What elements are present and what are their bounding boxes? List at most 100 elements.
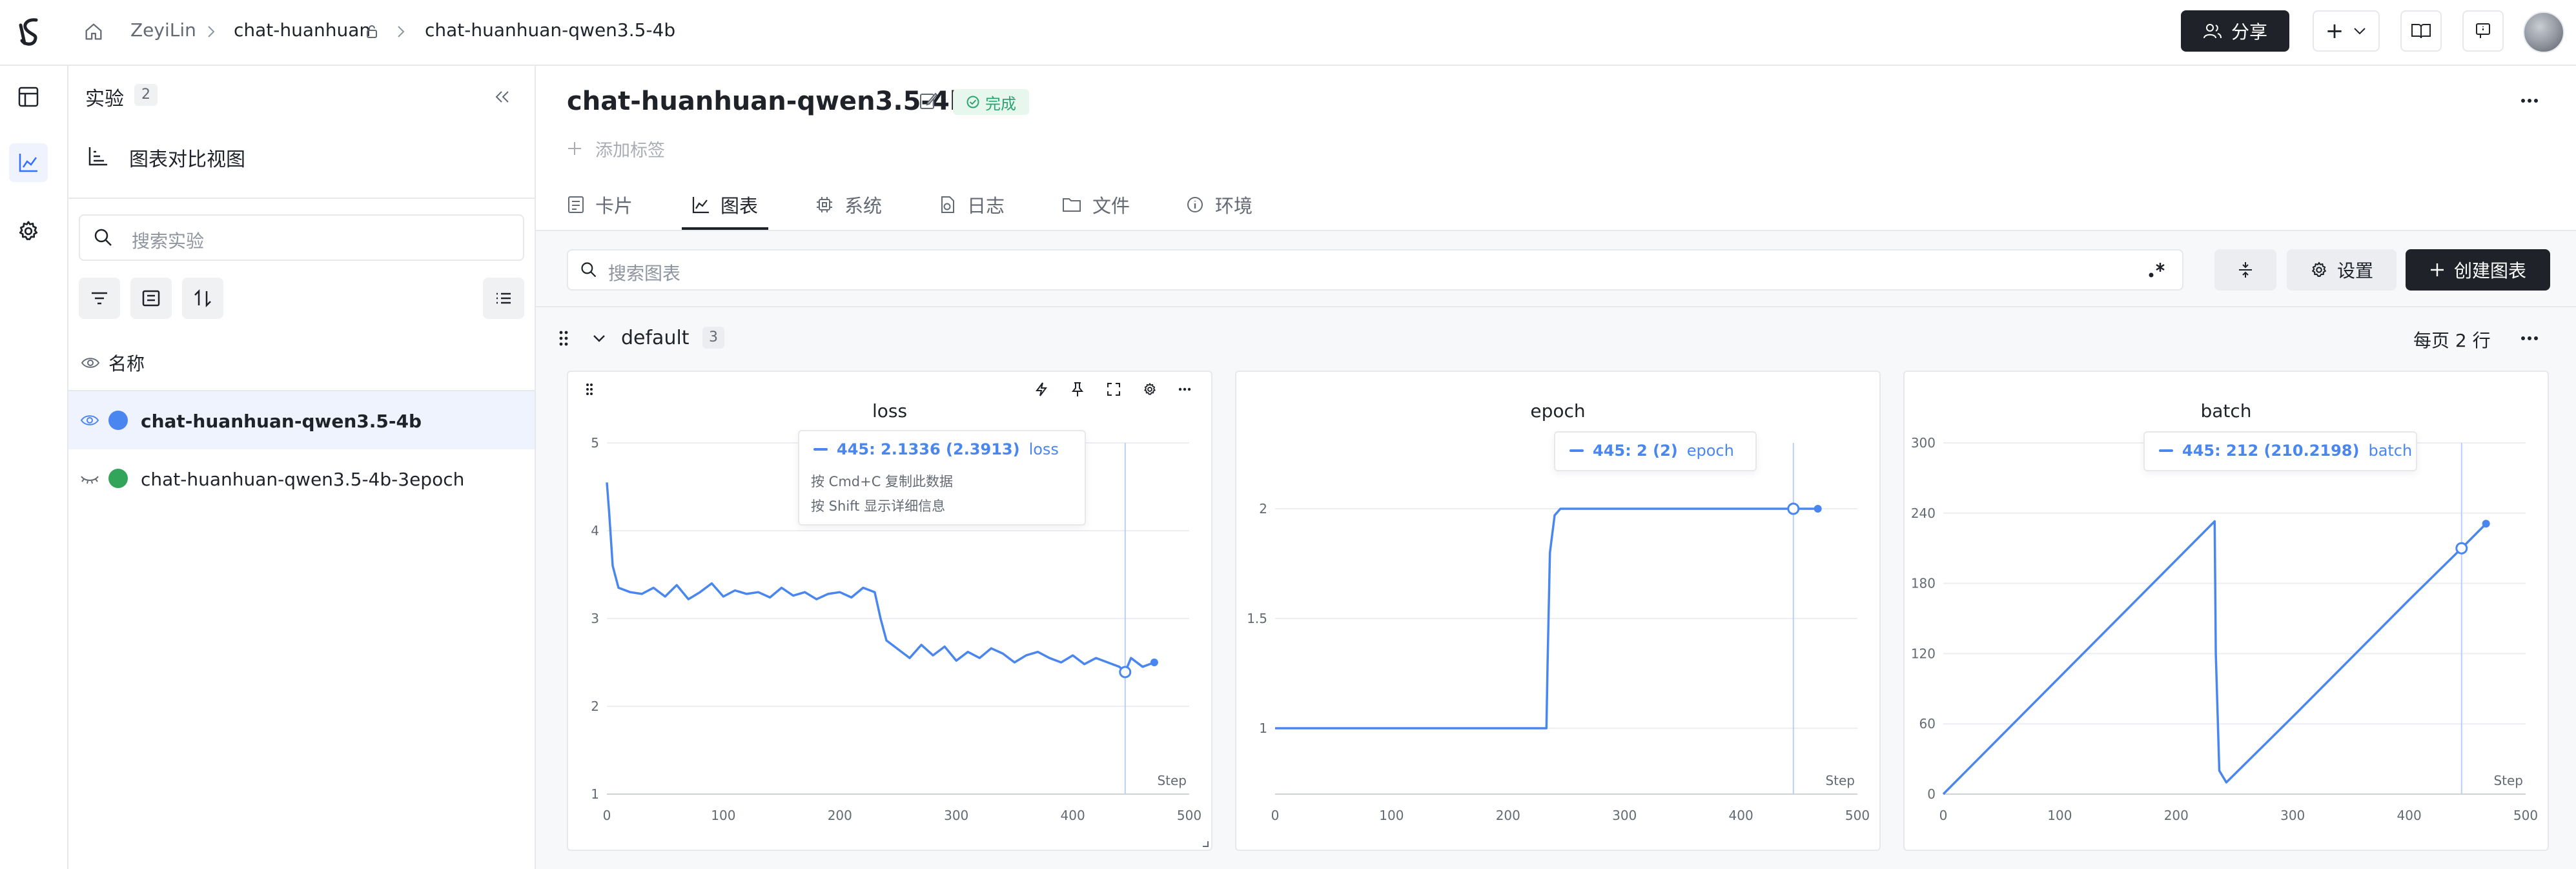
y-tick-label: 0 [1927,786,1936,802]
settings-button[interactable]: 设置 [2287,249,2397,291]
tab-chart[interactable]: 图表 [691,186,758,223]
experiment-search-input[interactable]: 搜索实验 [79,214,524,261]
x-tick-label: 400 [1061,808,1085,823]
experiment-row[interactable]: chat-huanhuan-qwen3.5-4b-3epoch [68,449,535,507]
chart-search-placeholder: 搜索图表 [608,263,681,284]
chart-panel-batch[interactable]: batch 0 60 120 180 240 300 0 100 200 300 400 500 Ste… [1903,371,2549,851]
y-tick-label: 60 [1919,716,1936,731]
drag-handle-icon[interactable] [555,327,572,350]
x-tick-label: 100 [711,808,735,823]
experiment-name: chat-huanhuan-qwen3.5-4b-3epoch [141,469,465,490]
columns-button[interactable] [130,278,172,319]
breadcrumb-run[interactable]: chat-huanhuan-qwen3.5-4b [425,19,675,41]
x-tick-label: 200 [1496,808,1520,823]
tooltip-value: 445: 2.1336 (2.3913) [837,440,1020,458]
tab-label: 文件 [1092,195,1130,217]
more-icon[interactable] [2515,89,2544,112]
users-icon [2203,22,2222,40]
eye-icon[interactable] [79,409,101,431]
tooltip-metric: epoch [1686,442,1734,460]
name-column-header[interactable]: 名称 [108,350,145,376]
hover-point [1119,666,1132,679]
chart-compare-icon [85,142,111,170]
info-icon [1185,195,1205,214]
series-end-point [1814,505,1822,513]
tab-environment[interactable]: 环境 [1185,186,1252,223]
chart-panel-loss[interactable]: loss 1 2 3 4 5 0 100 200 300 400 500 Step 445: 2.13… [567,371,1212,851]
x-tick-label: 500 [1845,808,1870,823]
add-tag-button[interactable]: 添加标签 [567,136,665,161]
eye-off-icon[interactable] [79,467,101,489]
collapse-sidebar-icon[interactable] [489,84,515,110]
search-icon [578,260,599,280]
experiment-color-dot[interactable] [108,469,128,488]
x-tick-label: 400 [1729,808,1753,823]
create-chart-button[interactable]: 创建图表 [2406,249,2550,291]
y-tick-label: 1.5 [1247,611,1267,626]
feedback-icon [2474,22,2492,40]
tab-files[interactable]: 文件 [1061,186,1130,223]
tab-system[interactable]: 系统 [815,186,882,223]
search-icon [92,226,115,249]
chart-panel-epoch[interactable]: epoch 1 1.5 2 0 100 200 300 400 500 Step 445: 2 (… [1235,371,1881,851]
regex-icon[interactable] [2143,258,2169,281]
experiment-row-selected[interactable]: chat-huanhuan-qwen3.5-4b [68,391,535,449]
share-button[interactable]: 分享 [2181,10,2289,52]
y-tick-label: 2 [1259,501,1267,516]
home-icon[interactable] [80,18,107,45]
eye-icon[interactable] [79,351,102,374]
y-tick-label: 3 [591,611,599,626]
tooltip-value: 445: 2 (2) [1593,442,1678,460]
per-page-label[interactable]: 每页 2 行 [2413,327,2491,353]
breadcrumb-project[interactable]: chat-huanhuan [234,19,371,41]
hover-point [1787,502,1800,515]
docs-button[interactable] [2400,10,2442,52]
book-icon [2411,22,2431,40]
gear-icon[interactable] [12,214,45,248]
x-axis-label: Step [2493,773,2523,788]
chart-view-icon[interactable] [9,143,48,182]
group-count-badge: 3 [702,327,724,349]
search-placeholder: 搜索实验 [132,230,205,252]
chevron-down-icon[interactable] [589,329,609,347]
chart-search-input[interactable]: 搜索图表 [567,249,2183,291]
sort-button[interactable] [182,278,223,319]
x-tick-label: 300 [944,808,968,823]
x-tick-label: 300 [1612,808,1637,823]
y-tick-label: 1 [591,786,599,802]
plus-icon: + [2325,18,2344,44]
feedback-button[interactable] [2462,10,2504,52]
x-tick-label: 500 [1177,808,1201,823]
breadcrumb-user[interactable]: ZeyiLin [130,19,196,41]
series-end-point [1150,659,1158,666]
y-tick-label: 2 [591,699,599,714]
plus-icon [567,141,582,156]
tab-card[interactable]: 卡片 [567,186,633,223]
list-view-button[interactable] [483,278,524,319]
add-dropdown-button[interactable]: + [2313,10,2380,52]
chevron-down-icon [2353,26,2367,36]
tab-label: 系统 [844,195,883,217]
tooltip-metric: batch [2368,442,2413,460]
cpu-icon [815,195,834,214]
tab-label: 日志 [967,195,1005,217]
avatar[interactable] [2523,12,2564,53]
chart-compare-view-label[interactable]: 图表对比视图 [129,143,245,172]
table-view-icon[interactable] [12,80,45,114]
tab-logs[interactable]: 日志 [937,186,1005,223]
chevron-right-icon [203,22,220,41]
fit-view-button[interactable] [2214,249,2276,291]
edit-icon[interactable] [917,89,940,112]
more-icon[interactable] [2515,328,2544,349]
tooltip-metric: loss [1028,440,1059,458]
y-tick-label: 180 [1911,576,1936,591]
settings-label: 设置 [2336,260,2373,281]
x-axis-label: Step [1825,773,1855,788]
chart-icon [691,195,710,214]
experiment-color-dot[interactable] [108,411,128,430]
filter-button[interactable] [79,278,120,319]
check-circle-icon [966,95,980,109]
swanlab-logo[interactable] [12,15,48,48]
group-name[interactable]: default [621,327,690,349]
resize-handle-icon[interactable] [1200,838,1210,848]
